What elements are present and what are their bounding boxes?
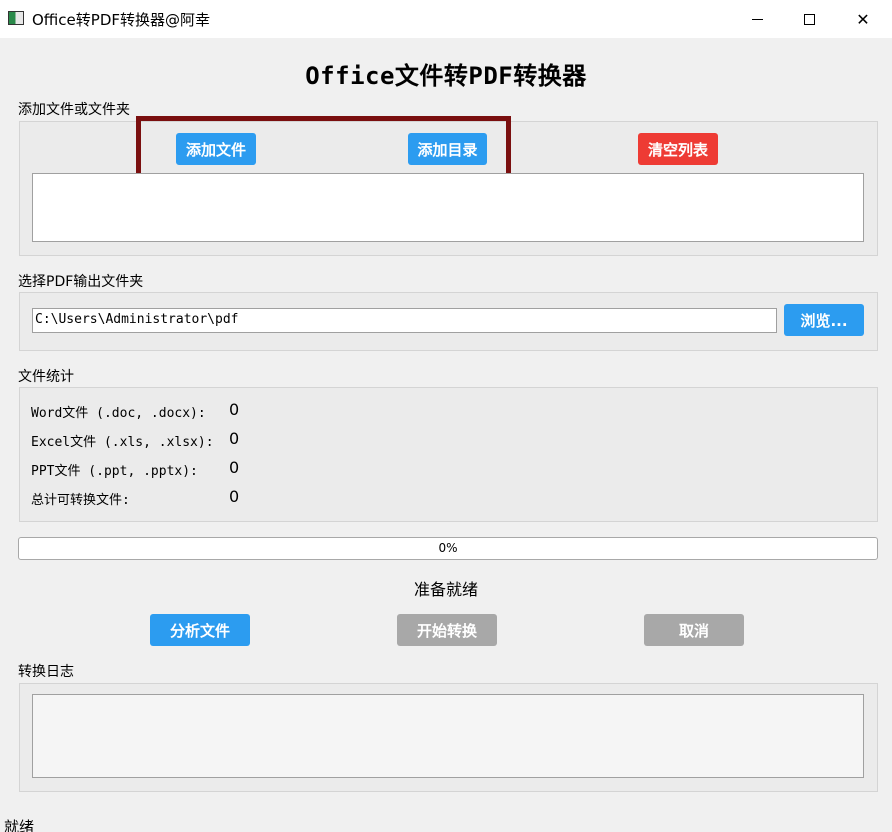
window-title: Office转PDF转换器@阿幸	[32, 11, 211, 29]
analyze-button[interactable]: 分析文件	[150, 614, 250, 646]
maximize-button[interactable]	[786, 0, 832, 38]
app-window-icon	[8, 11, 24, 25]
page-title: Office文件转PDF转换器	[305, 62, 587, 90]
add-section-label: 添加文件或文件夹	[18, 102, 130, 118]
minimize-button[interactable]	[734, 0, 780, 38]
log-textarea[interactable]	[32, 694, 864, 778]
highlight-annotation-box	[136, 116, 511, 178]
minimize-icon	[751, 18, 763, 20]
status-message: 准备就绪	[413, 580, 478, 599]
stat-total-label: 总计可转换文件:	[31, 493, 130, 508]
window-titlebar: Office转PDF转换器@阿幸 ✕	[0, 0, 892, 38]
file-list[interactable]	[32, 173, 864, 242]
output-path-input[interactable]: C:\Users\Administrator\pdf	[32, 308, 777, 333]
stat-ppt-value: 0	[229, 458, 240, 477]
maximize-icon	[803, 13, 815, 25]
stat-excel-label: Excel文件 (.xls, .xlsx):	[31, 435, 214, 450]
output-section-label: 选择PDF输出文件夹	[18, 274, 144, 290]
statusbar-text: 就绪	[4, 818, 35, 832]
start-convert-button[interactable]: 开始转换	[397, 614, 497, 646]
stat-total-value: 0	[229, 487, 240, 506]
progress-text: 0%	[438, 541, 458, 555]
progress-bar: 0%	[18, 537, 878, 560]
log-section-label: 转换日志	[18, 664, 74, 680]
stat-word-value: 0	[229, 400, 240, 419]
stat-excel-value: 0	[229, 429, 240, 448]
stats-section-label: 文件统计	[18, 369, 74, 385]
cancel-button[interactable]: 取消	[644, 614, 744, 646]
stat-ppt-label: PPT文件 (.ppt, .pptx):	[31, 464, 198, 479]
clear-list-button[interactable]: 清空列表	[638, 133, 718, 165]
browse-button[interactable]: 浏览...	[784, 304, 864, 336]
close-button[interactable]: ✕	[840, 0, 886, 38]
close-icon: ✕	[856, 9, 870, 29]
stat-word-label: Word文件 (.doc, .docx):	[31, 406, 206, 421]
